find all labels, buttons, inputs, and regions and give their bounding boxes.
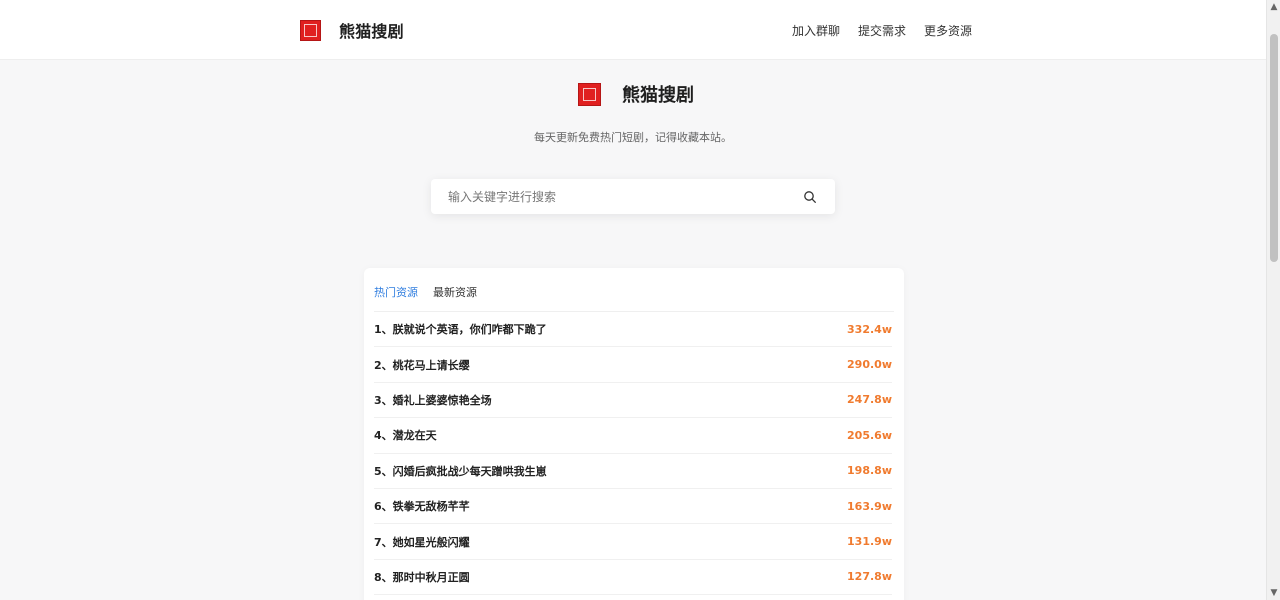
list-item[interactable]: 4、潜龙在天 205.6w bbox=[374, 418, 892, 454]
list-item[interactable]: 2、桃花马上请长缨 290.0w bbox=[374, 347, 892, 383]
resource-tabs: 热门资源 最新资源 bbox=[374, 284, 477, 300]
hero-subtitle: 每天更新免费热门短剧，记得收藏本站。 bbox=[534, 131, 732, 144]
search-icon bbox=[804, 191, 816, 203]
list-item[interactable]: 1、朕就说个英语，你们咋都下跪了 332.4w bbox=[374, 312, 892, 348]
more-resources-link[interactable]: 更多资源 bbox=[924, 22, 972, 39]
site-brand[interactable]: 熊猫搜剧 bbox=[300, 18, 404, 42]
vertical-scrollbar[interactable]: ▲ ▼ bbox=[1266, 0, 1280, 600]
search-input[interactable] bbox=[431, 179, 771, 214]
resource-title: 2、桃花马上请长缨 bbox=[374, 358, 470, 372]
search-button[interactable] bbox=[801, 188, 819, 206]
page: 熊猫搜剧 加入群聊 提交需求 更多资源 熊猫搜剧 每天更新免费热门短剧，记得收藏… bbox=[0, 0, 1280, 600]
hero-section: 熊猫搜剧 每天更新免费热门短剧，记得收藏本站。 bbox=[0, 60, 1266, 250]
scroll-up-icon[interactable]: ▲ bbox=[1267, 0, 1280, 14]
scrollbar-thumb[interactable] bbox=[1270, 34, 1278, 262]
resource-title: 5、闪婚后疯批战少每天蹭哄我生崽 bbox=[374, 464, 547, 478]
resource-title: 3、婚礼上婆婆惊艳全场 bbox=[374, 393, 492, 407]
site-logo-icon bbox=[300, 19, 321, 41]
list-item[interactable]: 5、闪婚后疯批战少每天蹭哄我生崽 198.8w bbox=[374, 454, 892, 489]
resource-title: 7、她如星光般闪耀 bbox=[374, 535, 470, 549]
resource-title: 1、朕就说个英语，你们咋都下跪了 bbox=[374, 323, 547, 337]
resource-heat: 131.9w bbox=[847, 535, 892, 549]
resource-list: 1、朕就说个英语，你们咋都下跪了 332.4w 2、桃花马上请长缨 290.0w… bbox=[374, 312, 892, 596]
list-item[interactable]: 3、婚礼上婆婆惊艳全场 247.8w bbox=[374, 383, 892, 419]
header-nav: 加入群聊 提交需求 更多资源 bbox=[792, 22, 972, 39]
resource-heat: 205.6w bbox=[847, 428, 892, 442]
hero-logo-icon bbox=[578, 82, 601, 106]
site-title: 熊猫搜剧 bbox=[339, 22, 404, 41]
resource-card: 热门资源 最新资源 1、朕就说个英语，你们咋都下跪了 332.4w 2、桃花马上… bbox=[364, 268, 904, 600]
tab-hot-resources[interactable]: 热门资源 bbox=[374, 284, 418, 300]
resource-title: 4、潜龙在天 bbox=[374, 429, 437, 443]
list-item[interactable]: 7、她如星光般闪耀 131.9w bbox=[374, 524, 892, 560]
resource-heat: 198.8w bbox=[847, 464, 892, 478]
submit-request-link[interactable]: 提交需求 bbox=[858, 22, 906, 39]
resource-heat: 332.4w bbox=[847, 322, 892, 336]
join-group-link[interactable]: 加入群聊 bbox=[792, 22, 840, 39]
scroll-down-icon[interactable]: ▼ bbox=[1267, 586, 1280, 600]
resource-heat: 247.8w bbox=[847, 393, 892, 407]
list-item[interactable]: 8、那时中秋月正圆 127.8w bbox=[374, 560, 892, 596]
hero-title: 熊猫搜剧 bbox=[622, 85, 694, 106]
list-item[interactable]: 6、铁拳无敌杨芊芊 163.9w bbox=[374, 489, 892, 525]
tab-latest-resources[interactable]: 最新资源 bbox=[433, 284, 477, 300]
top-navigation-content: 熊猫搜剧 加入群聊 提交需求 更多资源 bbox=[300, 0, 972, 60]
hero-brand: 熊猫搜剧 bbox=[578, 81, 694, 107]
top-navigation-bar: 熊猫搜剧 加入群聊 提交需求 更多资源 bbox=[0, 0, 1266, 60]
resource-heat: 163.9w bbox=[847, 499, 892, 513]
resource-heat: 127.8w bbox=[847, 570, 892, 584]
resource-title: 6、铁拳无敌杨芊芊 bbox=[374, 500, 470, 514]
resource-heat: 290.0w bbox=[847, 358, 892, 372]
resource-title: 8、那时中秋月正圆 bbox=[374, 570, 470, 584]
search-bar bbox=[431, 179, 835, 214]
